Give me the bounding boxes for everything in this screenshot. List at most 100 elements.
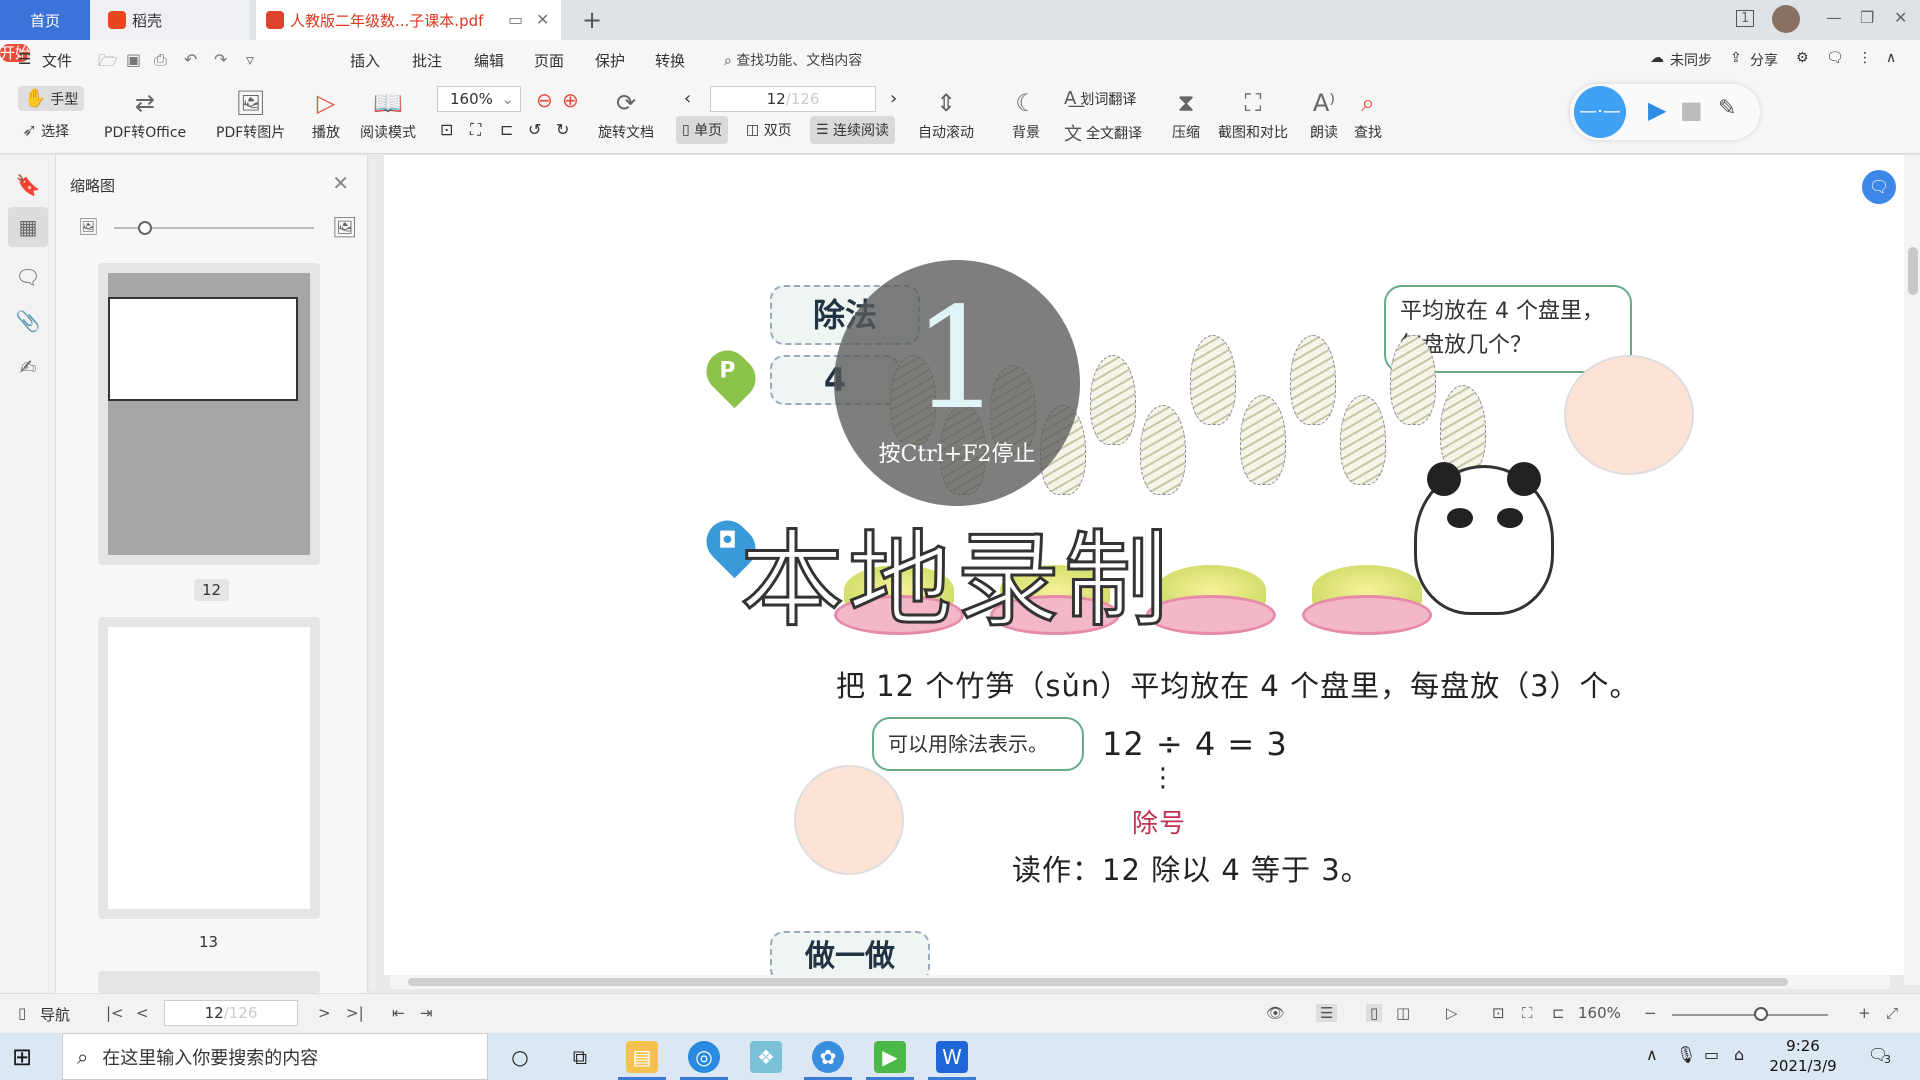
app-icon[interactable]: ✿ [812, 1041, 844, 1073]
next-page-icon[interactable]: › [890, 88, 897, 109]
continuous-mode-icon[interactable]: ☰ [1316, 1004, 1338, 1022]
nav-panel-icon[interactable]: ▯ [18, 1004, 26, 1022]
microphone-icon[interactable]: 🎙 [1676, 1045, 1696, 1064]
media-player-icon[interactable]: ▶ [874, 1041, 906, 1073]
assistant-icon[interactable]: 🗨 [1862, 170, 1896, 204]
share-icon[interactable]: ⇪ [1730, 50, 1742, 66]
first-page-icon[interactable]: |< [106, 1004, 124, 1022]
print-icon[interactable]: ⎙ [154, 50, 167, 70]
signature-icon[interactable]: ✍ [14, 353, 42, 381]
pen-icon[interactable]: ✎ [1718, 96, 1736, 121]
browser-icon[interactable]: ◎ [688, 1041, 720, 1073]
status-page-input[interactable]: 12/126 [164, 1000, 298, 1026]
new-tab-button[interactable]: + [582, 6, 602, 34]
screenshot-compare-button[interactable]: ⛶ 截图和对比 [1218, 88, 1288, 142]
task-view-icon[interactable]: ⧉ [564, 1041, 596, 1073]
attachment-icon[interactable]: 📎 [14, 307, 42, 335]
last-page-icon[interactable]: >| [346, 1004, 364, 1022]
system-clock[interactable]: 9:26 2021/3/9 [1768, 1036, 1838, 1076]
menu-annotate[interactable]: 批注 [412, 50, 442, 71]
file-explorer-icon[interactable]: ▤ [626, 1041, 658, 1073]
actual-size-icon[interactable]: ⊡ [1492, 1004, 1505, 1022]
page-number-input[interactable]: 12/126 [710, 86, 876, 112]
menu-insert[interactable]: 插入 [350, 50, 380, 71]
collapse-ribbon-icon[interactable]: ∧ [1886, 50, 1896, 66]
close-icon[interactable]: ✕ [332, 171, 349, 195]
word-translate-button[interactable]: A͟ 划词翻译 [1064, 88, 1136, 109]
fullscreen-icon[interactable]: ⤢ [1886, 1004, 1898, 1022]
play-icon[interactable]: ▶ [1648, 96, 1666, 124]
hand-tool-button[interactable]: ✋ 手型 [18, 86, 85, 111]
menu-convert[interactable]: 转换 [655, 50, 685, 71]
double-page-button[interactable]: ◫ 双页 [740, 116, 798, 144]
redo-icon[interactable]: ↷ [214, 50, 227, 69]
thumbnail-size-knob[interactable] [138, 221, 152, 235]
status-zoom-select[interactable]: 160% [1578, 1004, 1621, 1022]
pdf-to-office-button[interactable]: ⇄ PDF转Office [104, 88, 186, 142]
play-circle-icon[interactable]: ▷ [1446, 1004, 1458, 1022]
minimize-icon[interactable]: — [1826, 8, 1842, 27]
rotate-left-icon[interactable]: ↺ [528, 120, 541, 139]
forward-icon[interactable]: ⇥ [420, 1004, 433, 1022]
tray-expand-icon[interactable]: ∧ [1646, 1045, 1658, 1064]
close-tab-icon[interactable]: ✕ [536, 10, 549, 29]
chevron-down-icon[interactable]: ▿ [246, 50, 254, 69]
vertical-scroll-thumb[interactable] [1908, 247, 1918, 295]
menu-page[interactable]: 页面 [534, 50, 564, 71]
wps-icon[interactable]: W [936, 1041, 968, 1073]
window-count-button[interactable]: 1 [1736, 10, 1755, 27]
small-image-icon[interactable]: 🖼 [78, 217, 98, 236]
open-icon[interactable]: 🗁 [98, 50, 118, 77]
recorder-status-icon[interactable]: —·— [1574, 86, 1626, 138]
tab-home[interactable]: 首页 [0, 0, 90, 40]
read-mode-button[interactable]: 📖 阅读模式 [360, 88, 416, 142]
zoom-slider-knob[interactable] [1754, 1007, 1768, 1021]
eye-protect-icon[interactable]: 👁 [1266, 1004, 1285, 1022]
continuous-read-button[interactable]: ☰ 连续阅读 [810, 116, 896, 144]
windows-start-icon[interactable]: ⊞ [12, 1043, 32, 1071]
thumbnail-scrollbar[interactable] [370, 160, 376, 990]
find-button[interactable]: ⌕ 查找 [1354, 88, 1382, 142]
cloud-icon[interactable]: ☁ [1650, 50, 1664, 66]
comment-icon[interactable]: 🗨 [1826, 50, 1844, 66]
next-page-icon[interactable]: > [318, 1004, 331, 1022]
zoom-in-button[interactable]: + [1858, 1004, 1871, 1022]
zoom-select[interactable]: 160% ⌄ [437, 86, 521, 112]
double-page-mode-icon[interactable]: ◫ [1396, 1004, 1410, 1022]
network-icon[interactable]: ⌂ [1734, 1045, 1744, 1064]
menu-protect[interactable]: 保护 [595, 50, 625, 71]
actual-size-icon[interactable]: ⊡ [440, 120, 453, 139]
horizontal-scroll-thumb[interactable] [408, 978, 1788, 986]
play-button[interactable]: ▷ 播放 [312, 88, 340, 142]
thumbnail-page-13[interactable] [98, 617, 320, 919]
menu-edit[interactable]: 编辑 [474, 50, 504, 71]
back-icon[interactable]: ⇤ [392, 1004, 405, 1022]
tab-daoke[interactable]: 稻壳 [90, 0, 250, 40]
auto-scroll-button[interactable]: ⇕ 自动滚动 [918, 88, 974, 142]
full-translate-button[interactable]: 文全文翻译 [1064, 120, 1142, 146]
save-icon[interactable]: ▣ [126, 50, 141, 69]
taskbar-search-input[interactable]: ⌕ 在这里输入你要搜索的内容 [62, 1033, 488, 1080]
rotate-right-icon[interactable]: ↻ [556, 120, 569, 139]
fit-width-icon[interactable]: ⊏ [1552, 1004, 1565, 1022]
sync-status[interactable]: 未同步 [1670, 50, 1712, 70]
thumbnail-page-12[interactable] [98, 263, 320, 565]
menu-file[interactable]: 文件 [42, 50, 72, 71]
app-icon[interactable]: ❖ [750, 1041, 782, 1073]
hamburger-icon[interactable]: ☰ [18, 50, 31, 68]
horizontal-scrollbar[interactable] [390, 975, 1890, 989]
read-aloud-button[interactable]: A⁾ 朗读 [1310, 88, 1338, 142]
undo-icon[interactable]: ↶ [184, 50, 197, 69]
comment-icon[interactable]: 🗨 [14, 263, 42, 291]
zoom-out-button[interactable]: − [1644, 1004, 1657, 1022]
share-button[interactable]: 分享 [1750, 50, 1778, 70]
select-tool-button[interactable]: ➶ 选择 [22, 120, 69, 141]
zoom-in-icon[interactable]: ⊕ [562, 88, 579, 112]
bookmark-icon[interactable]: 🔖 [14, 171, 42, 199]
prev-page-icon[interactable]: ‹ [684, 88, 691, 109]
rotate-document-button[interactable]: ⟳ 旋转文档 [598, 88, 654, 142]
thumbnail-page-14[interactable] [98, 971, 320, 993]
compress-button[interactable]: ⧗ 压缩 [1172, 88, 1200, 142]
pdf-to-image-button[interactable]: 🖼 PDF转图片 [216, 88, 285, 142]
pop-out-icon[interactable]: ▭ [508, 10, 523, 29]
